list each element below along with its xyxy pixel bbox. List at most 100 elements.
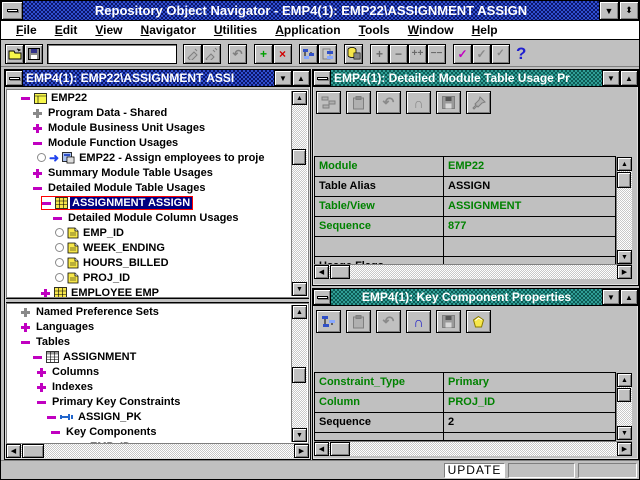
- property-row[interactable]: Constraint_Type Primary: [315, 373, 615, 392]
- scroll-thumb[interactable]: [292, 149, 306, 165]
- scroll-left-icon[interactable]: ◀: [314, 442, 329, 456]
- expand-icon[interactable]: [21, 307, 31, 317]
- collapse-icon[interactable]: [33, 183, 43, 193]
- lower-tree-vscrollbar[interactable]: ▲ ▼: [291, 305, 307, 442]
- collapse-icon[interactable]: [21, 337, 31, 347]
- menu-application[interactable]: Application: [266, 23, 349, 37]
- expand-icon[interactable]: [33, 123, 43, 133]
- property-row[interactable]: Module EMP22: [315, 157, 615, 176]
- window-system-menu[interactable]: [313, 70, 331, 86]
- help-icon[interactable]: ?: [516, 44, 526, 64]
- navigator-hscrollbar[interactable]: ◀ ▶: [6, 443, 309, 458]
- union-button[interactable]: ∩: [406, 91, 431, 114]
- save-properties-button[interactable]: [436, 310, 461, 333]
- scroll-down-icon[interactable]: ▼: [617, 250, 632, 264]
- window-maximize-button[interactable]: ▲: [620, 289, 638, 305]
- delete-object-button[interactable]: ×: [273, 44, 292, 64]
- properties-vscrollbar[interactable]: ▲ ▼: [616, 157, 632, 264]
- revert-button[interactable]: ↶: [376, 91, 401, 114]
- tree-item[interactable]: Tables: [7, 334, 308, 349]
- mark-filter-button[interactable]: ✓: [491, 44, 510, 64]
- navigator-search-input[interactable]: [47, 44, 177, 64]
- expand-icon[interactable]: [33, 108, 43, 118]
- radio-icon[interactable]: [55, 243, 64, 252]
- property-value[interactable]: PROJ_ID: [444, 393, 615, 412]
- radio-icon[interactable]: [37, 153, 46, 162]
- property-row[interactable]: Table/View ASSIGNMENT: [315, 197, 615, 216]
- property-value[interactable]: [444, 433, 615, 441]
- navigator-minimize-button[interactable]: ▼: [274, 70, 292, 86]
- tree-item[interactable]: Detailed Module Table Usages: [7, 180, 308, 195]
- tree-item[interactable]: Named Preference Sets: [7, 304, 308, 319]
- radio-icon[interactable]: [55, 273, 64, 282]
- properties-hscrollbar[interactable]: ◀ ▶: [314, 441, 632, 456]
- create-object-button[interactable]: +: [254, 44, 273, 64]
- property-row[interactable]: Sequence 877: [315, 217, 615, 236]
- properties-vscrollbar[interactable]: ▲ ▼: [616, 373, 632, 440]
- expand-all-button[interactable]: ++: [408, 44, 427, 64]
- property-value[interactable]: 877: [444, 217, 615, 236]
- tree-item[interactable]: Detailed Module Column Usages: [7, 210, 308, 225]
- window-minimize-button[interactable]: ▼: [602, 70, 620, 86]
- expand-icon[interactable]: [21, 322, 31, 332]
- scroll-right-icon[interactable]: ▶: [294, 444, 309, 458]
- window-minimize-button[interactable]: ▼: [602, 289, 620, 305]
- diagram-copy-button[interactable]: [318, 44, 337, 64]
- scroll-up-icon[interactable]: ▲: [617, 157, 632, 171]
- scroll-thumb[interactable]: [330, 265, 350, 279]
- minimize-button[interactable]: ▼: [599, 1, 619, 20]
- undo-button[interactable]: ↶: [228, 44, 247, 64]
- radio-icon[interactable]: [55, 258, 64, 267]
- tree-item[interactable]: Columns: [7, 364, 308, 379]
- scroll-right-icon[interactable]: ▶: [617, 265, 632, 279]
- expand-icon[interactable]: [33, 168, 43, 178]
- scroll-up-icon[interactable]: ▲: [292, 91, 307, 105]
- property-value[interactable]: ASSIGNMENT: [444, 197, 615, 216]
- menu-help[interactable]: Help: [463, 23, 507, 37]
- collapse-icon[interactable]: [33, 138, 43, 148]
- tree-item-selected[interactable]: ASSIGNMENT ASSIGN: [7, 195, 308, 210]
- collapse-icon[interactable]: [51, 427, 61, 437]
- tree-item[interactable]: Module Business Unit Usages: [7, 120, 308, 135]
- radio-icon[interactable]: [55, 228, 64, 237]
- property-value[interactable]: ASSIGN: [444, 177, 615, 196]
- requery-all-button[interactable]: [202, 44, 221, 64]
- tree-item[interactable]: Summary Module Table Usages: [7, 165, 308, 180]
- revert-button[interactable]: ↶: [376, 310, 401, 333]
- scroll-thumb[interactable]: [617, 388, 631, 402]
- collapse-icon[interactable]: [21, 93, 31, 103]
- diagram-button[interactable]: [299, 44, 318, 64]
- tree-item[interactable]: PROJ_ID: [7, 270, 308, 285]
- property-row[interactable]: Column PROJ_ID: [315, 393, 615, 412]
- navigate-button[interactable]: [316, 310, 341, 333]
- property-row[interactable]: [315, 237, 615, 256]
- save-button[interactable]: [24, 44, 43, 64]
- scroll-up-icon[interactable]: ▲: [617, 373, 632, 387]
- navigate-button[interactable]: [316, 91, 341, 114]
- properties-hscrollbar[interactable]: ◀ ▶: [314, 264, 632, 279]
- restore-button[interactable]: ⬍: [619, 1, 639, 20]
- save-properties-button[interactable]: [436, 91, 461, 114]
- tree-item[interactable]: WEEK_ENDING: [7, 240, 308, 255]
- scroll-thumb[interactable]: [617, 172, 631, 188]
- menu-utilities[interactable]: Utilities: [205, 23, 266, 37]
- table-data-button[interactable]: [344, 44, 363, 64]
- union-button[interactable]: ∩: [406, 310, 431, 333]
- property-value[interactable]: EMP22: [444, 157, 615, 176]
- system-menu-button[interactable]: [1, 1, 23, 20]
- tree-item[interactable]: Module Function Usages: [7, 135, 308, 150]
- tree-item[interactable]: ASSIGNMENT: [7, 349, 308, 364]
- scroll-down-icon[interactable]: ▼: [617, 426, 632, 440]
- collapse-icon[interactable]: [37, 397, 47, 407]
- navigator-system-menu[interactable]: [5, 70, 23, 86]
- collapse-icon[interactable]: [53, 213, 63, 223]
- requery-button[interactable]: [183, 44, 202, 64]
- window-system-menu[interactable]: [313, 289, 331, 305]
- property-row[interactable]: Table Alias ASSIGN: [315, 177, 615, 196]
- scroll-left-icon[interactable]: ◀: [314, 265, 329, 279]
- pin-button[interactable]: [466, 91, 491, 114]
- tree-item[interactable]: Languages: [7, 319, 308, 334]
- tree-item[interactable]: EMP22: [7, 90, 308, 105]
- tree-item[interactable]: ASSIGN_PK: [7, 409, 308, 424]
- tree-item[interactable]: Primary Key Constraints: [7, 394, 308, 409]
